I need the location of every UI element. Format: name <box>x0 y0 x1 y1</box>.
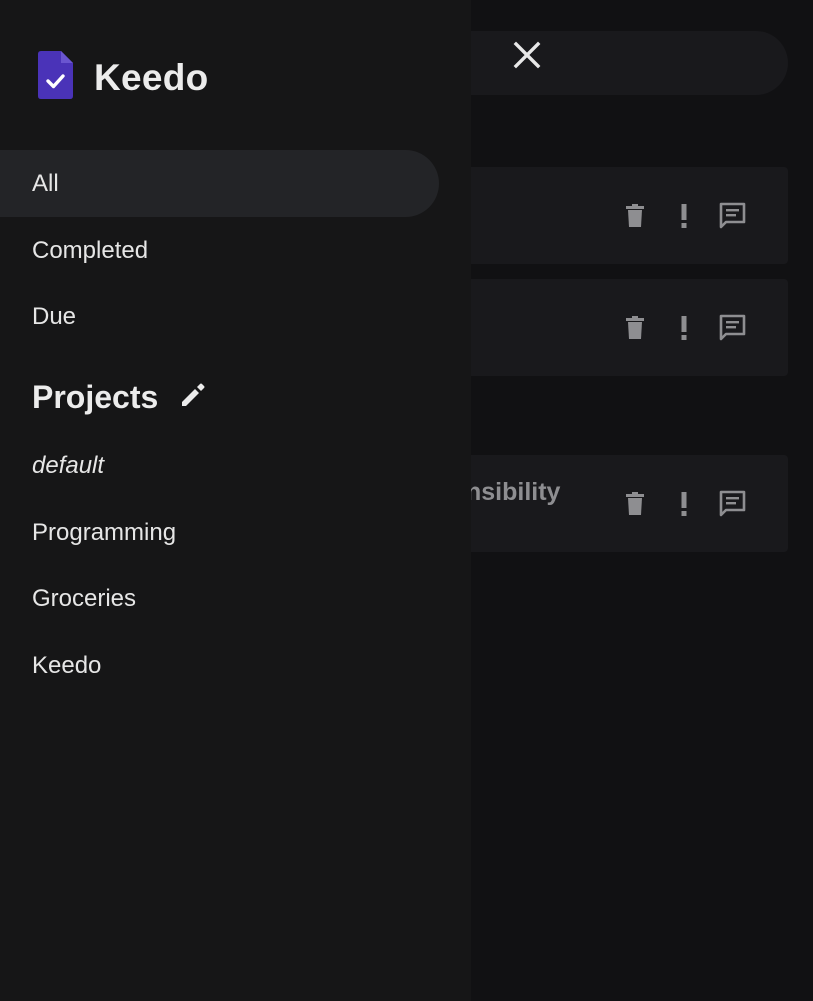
task-actions <box>621 279 746 376</box>
nav-item-completed[interactable]: Completed <box>0 217 439 284</box>
task-actions <box>621 455 746 552</box>
nav-item-due[interactable]: Due <box>0 283 439 350</box>
nav-item-label: Completed <box>32 236 149 264</box>
comment-icon[interactable] <box>719 314 746 341</box>
projects-heading: Projects <box>32 379 206 416</box>
project-item-label: Keedo <box>32 651 102 679</box>
project-item-label: Programming <box>32 518 177 546</box>
navigation-drawer: Keedo All Completed Due Projects default… <box>0 0 471 1001</box>
projects-title: Projects <box>32 379 159 415</box>
nav-item-label: Due <box>32 302 77 330</box>
close-icon <box>513 41 541 74</box>
pencil-icon[interactable] <box>180 382 206 413</box>
nav-item-label: All <box>32 169 59 197</box>
app-title: Keedo <box>94 56 209 98</box>
priority-icon[interactable] <box>670 314 697 341</box>
nav-item-all[interactable]: All <box>0 150 439 217</box>
comment-icon[interactable] <box>719 202 746 229</box>
task-actions <box>621 167 746 264</box>
project-item-label: Groceries <box>32 584 137 612</box>
close-drawer-button[interactable] <box>511 41 543 73</box>
priority-icon[interactable] <box>670 490 697 517</box>
document-check-icon <box>38 51 73 104</box>
project-item-groceries[interactable]: Groceries <box>0 565 439 632</box>
comment-icon[interactable] <box>719 490 746 517</box>
project-item-programming[interactable]: Programming <box>0 499 439 566</box>
delete-icon[interactable] <box>621 490 648 517</box>
brand: Keedo <box>38 51 209 104</box>
app-root: nsibility Keedo All Completed Due Projec… <box>0 0 813 1001</box>
delete-icon[interactable] <box>621 202 648 229</box>
project-item-keedo[interactable]: Keedo <box>0 632 439 699</box>
project-item-label: default <box>32 451 105 479</box>
delete-icon[interactable] <box>621 314 648 341</box>
project-item-default[interactable]: default <box>0 432 439 499</box>
priority-icon[interactable] <box>670 202 697 229</box>
task-title: nsibility <box>466 478 561 506</box>
